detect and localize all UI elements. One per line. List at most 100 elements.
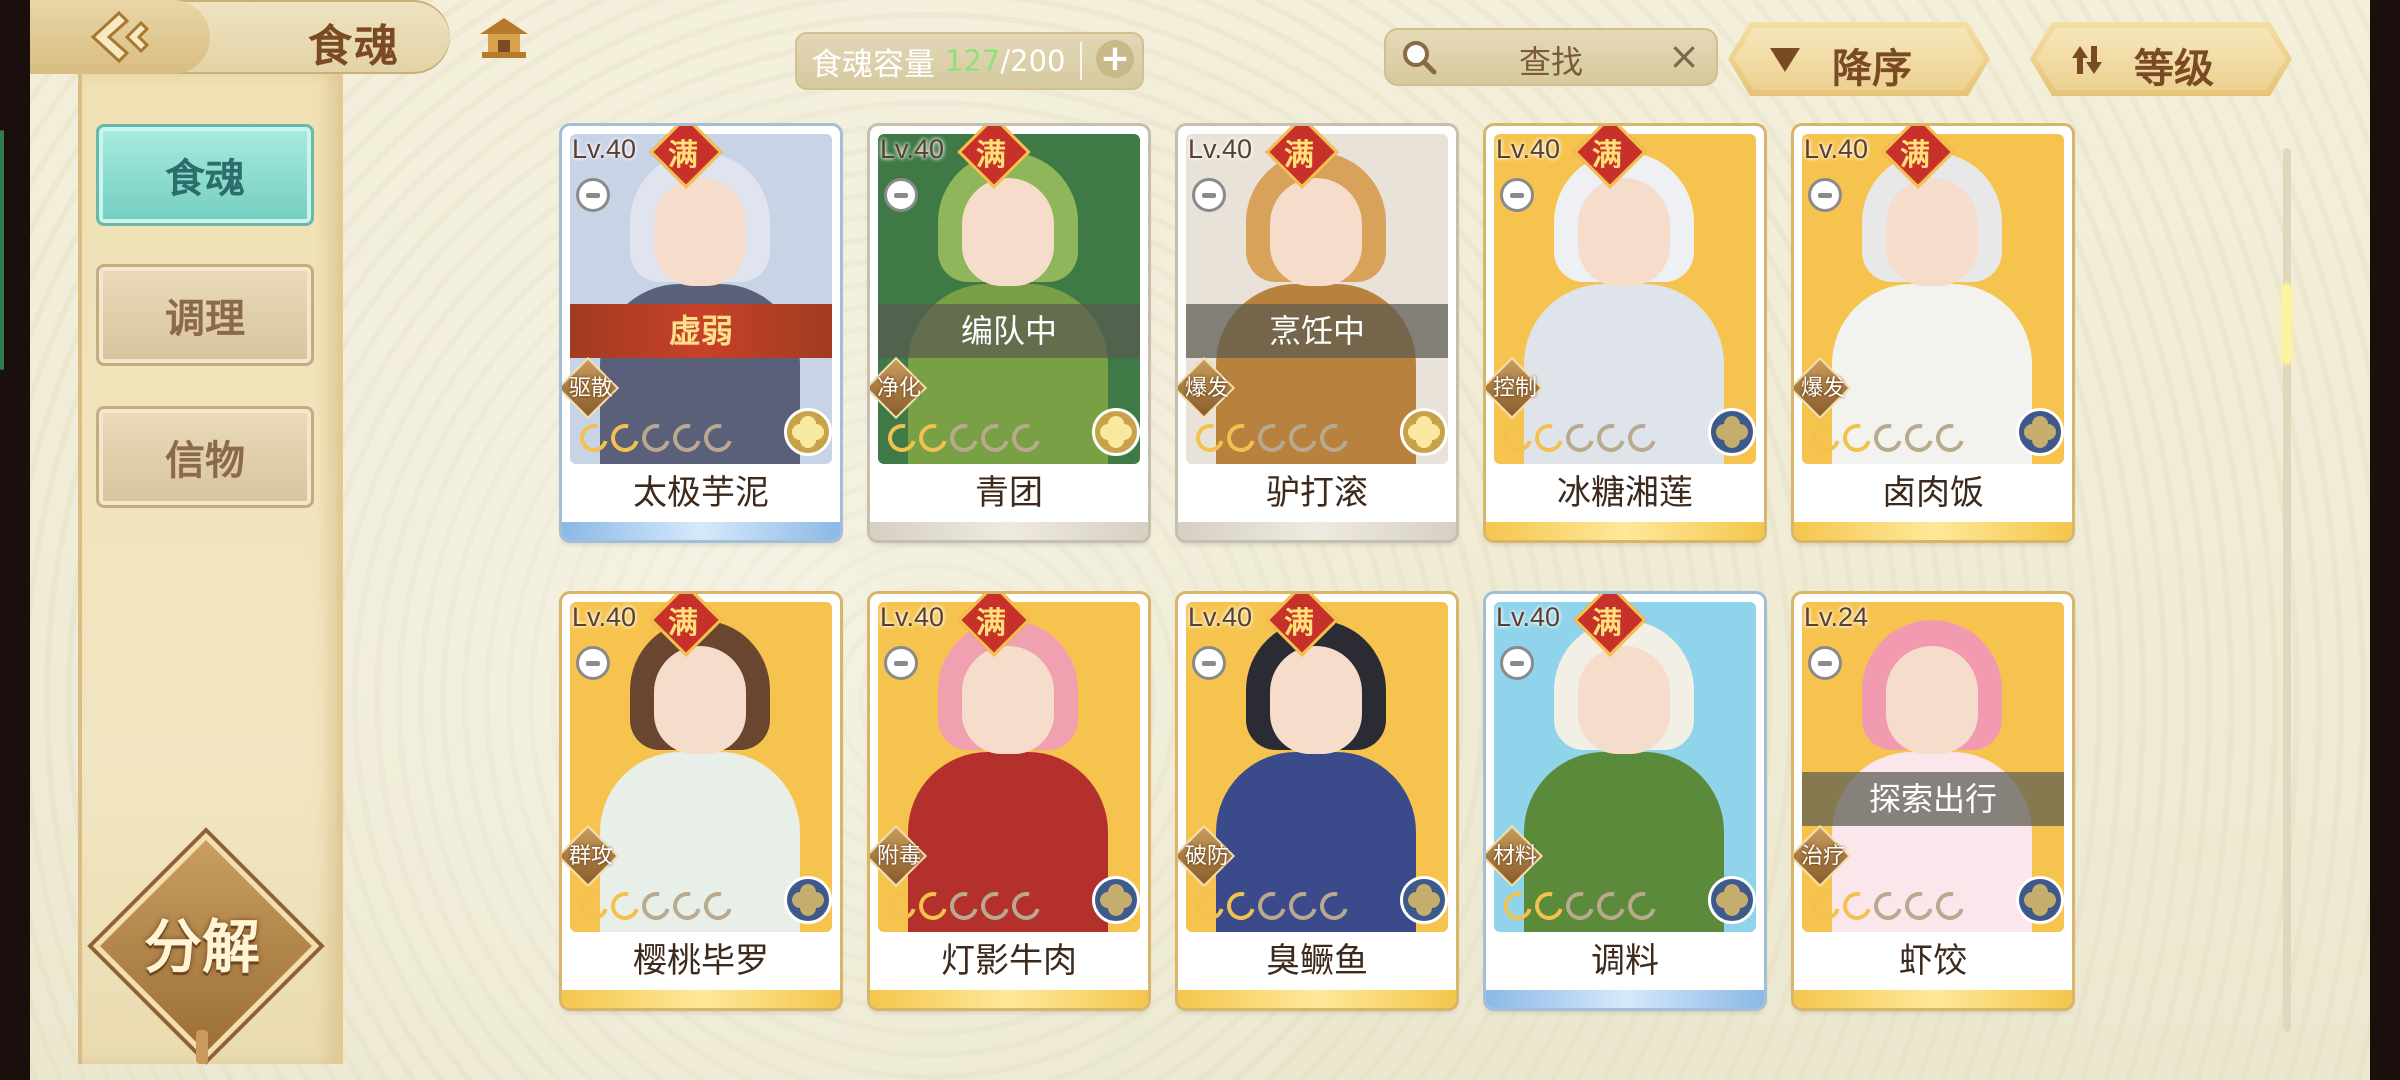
star-spoon-icon [913, 886, 953, 926]
scrollbar-track[interactable] [2283, 148, 2291, 1032]
page-title: 食魂 [308, 21, 400, 72]
star-spoon-icon [1837, 886, 1877, 926]
card-bottom-stripe [1794, 990, 2072, 1008]
search-bar[interactable]: 查找 × [1384, 28, 1718, 86]
star-spoon-icon [1930, 418, 1970, 458]
food-soul-card[interactable]: Lv.24 探索出行 治疗 虾饺 [1794, 594, 2072, 1008]
bowl-icon [1808, 178, 1842, 212]
max-level-text: 满 [1900, 138, 1930, 173]
card-bottom-stripe [870, 990, 1148, 1008]
star-rating [1806, 886, 1970, 926]
food-soul-card[interactable]: Lv.40 满爆发 卤肉饭 [1794, 126, 2072, 540]
star-spoon-icon [1190, 418, 1230, 458]
role-label: 破防 [1184, 844, 1229, 869]
star-spoon-icon [1190, 886, 1230, 926]
food-soul-card[interactable]: Lv.40 满群攻 樱桃毕罗 [562, 594, 840, 1008]
star-rating [1190, 886, 1354, 926]
portrait-face [654, 646, 746, 754]
decompose-label[interactable]: 分解 [120, 900, 284, 984]
expand-capacity-button[interactable]: + [1096, 40, 1134, 78]
star-spoon-icon [636, 886, 676, 926]
portrait-face [1578, 646, 1670, 754]
portrait-face [1886, 646, 1978, 754]
bowl-icon [576, 646, 610, 680]
star-spoon-icon [1221, 886, 1261, 926]
sort-order-button[interactable]: 降序 [1728, 22, 1990, 96]
star-spoon-icon [1221, 418, 1261, 458]
element-flower-icon [784, 408, 832, 456]
star-spoon-icon [1560, 418, 1600, 458]
bowl-icon [1500, 178, 1534, 212]
back-button[interactable] [30, 0, 210, 74]
star-spoon-icon [1930, 886, 1970, 926]
food-soul-name: 调料 [1486, 932, 1764, 990]
capacity-current: 127 [945, 44, 1001, 78]
food-soul-name: 太极芋泥 [562, 464, 840, 522]
star-spoon-icon [1529, 886, 1569, 926]
star-spoon-icon [1591, 886, 1631, 926]
level-label: Lv.40 [880, 602, 945, 632]
food-soul-card[interactable]: Lv.40 满材料 调料 [1486, 594, 1764, 1008]
level-label: Lv.40 [1496, 602, 1561, 632]
max-level-text: 满 [1592, 606, 1622, 641]
clear-search-icon[interactable]: × [1668, 36, 1700, 76]
star-spoon-icon [975, 886, 1015, 926]
sort-by-label: 等级 [2134, 46, 2214, 92]
food-soul-card[interactable]: Lv.40 满虚弱 驱散 太极芋泥 [562, 126, 840, 540]
star-spoon-icon [1314, 886, 1354, 926]
capacity-display: 食魂容量 127 / 200 + [795, 32, 1144, 90]
portrait-face [1578, 178, 1670, 286]
level-label: Lv.40 [572, 134, 637, 164]
search-input[interactable]: 查找 [1386, 37, 1716, 83]
food-soul-card[interactable]: Lv.40 满附毒 灯影牛肉 [870, 594, 1148, 1008]
role-label: 治疗 [1800, 844, 1845, 869]
home-icon[interactable] [478, 16, 530, 60]
food-soul-card[interactable]: Lv.40 满烹饪中 爆发 驴打滚 [1178, 126, 1456, 540]
element-flower-icon [2016, 408, 2064, 456]
scrollbar-thumb[interactable] [2283, 284, 2291, 364]
star-spoon-icon [1591, 418, 1631, 458]
food-soul-card[interactable]: Lv.40 满编队中 净化 青团 [870, 126, 1148, 540]
status-banner: 探索出行 [1802, 772, 2064, 826]
portrait-face [962, 646, 1054, 754]
tab-food-souls[interactable]: 食魂 [96, 124, 314, 226]
card-bottom-stripe [1486, 990, 1764, 1008]
level-label: Lv.40 [1804, 134, 1869, 164]
star-spoon-icon [605, 418, 645, 458]
tab-conditioning[interactable]: 调理 [96, 264, 314, 366]
status-banner: 烹饪中 [1186, 304, 1448, 358]
status-banner: 编队中 [878, 304, 1140, 358]
sort-by-button[interactable]: 等级 [2030, 22, 2292, 96]
portrait-face [1886, 178, 1978, 286]
element-flower-icon [1400, 408, 1448, 456]
level-label: Lv.40 [572, 602, 637, 632]
star-rating [574, 886, 738, 926]
food-soul-name: 卤肉饭 [1794, 464, 2072, 522]
card-bottom-stripe [1178, 522, 1456, 540]
star-spoon-icon [1252, 886, 1292, 926]
star-spoon-icon [1529, 418, 1569, 458]
bowl-icon [1808, 646, 1842, 680]
star-spoon-icon [1006, 418, 1046, 458]
star-spoon-icon [1498, 886, 1538, 926]
portrait-face [1270, 178, 1362, 286]
star-rating [882, 418, 1046, 458]
star-spoon-icon [667, 886, 707, 926]
element-flower-icon [1092, 408, 1140, 456]
star-spoon-icon [698, 886, 738, 926]
star-spoon-icon [1899, 886, 1939, 926]
star-spoon-icon [1314, 418, 1354, 458]
tab-tokens[interactable]: 信物 [96, 406, 314, 508]
food-soul-card[interactable]: Lv.40 满控制 冰糖湘莲 [1486, 126, 1764, 540]
card-bottom-stripe [562, 522, 840, 540]
star-spoon-icon [913, 418, 953, 458]
role-label: 净化 [876, 376, 921, 401]
food-soul-card[interactable]: Lv.40 满破防 臭鳜鱼 [1178, 594, 1456, 1008]
capacity-separator: / [1000, 44, 1011, 78]
portrait-face [962, 178, 1054, 286]
element-flower-icon [1400, 876, 1448, 924]
element-flower-icon [1708, 408, 1756, 456]
role-label: 控制 [1492, 376, 1537, 401]
food-soul-name: 虾饺 [1794, 932, 2072, 990]
star-spoon-icon [944, 886, 984, 926]
